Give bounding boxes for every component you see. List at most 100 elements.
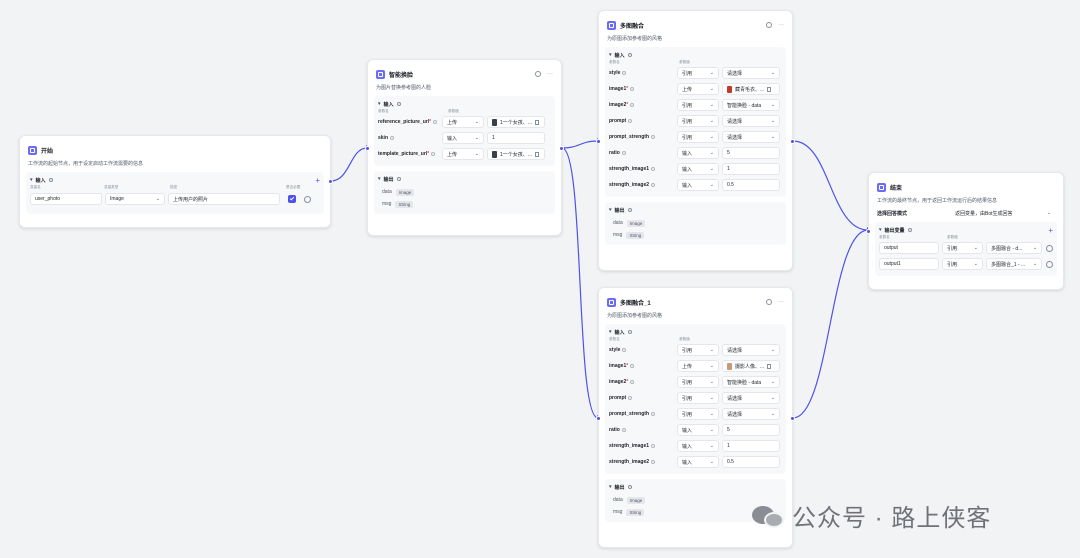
value-input[interactable]: 藏青毛衣、... <box>722 83 780 95</box>
chevron-down-icon[interactable]: ▾ <box>378 176 381 182</box>
info-icon <box>628 396 633 400</box>
value-mode-select[interactable]: 输入 ⌄ <box>677 163 719 175</box>
value-mode-select[interactable]: 输入 ⌄ <box>677 424 719 436</box>
output-port[interactable] <box>790 139 795 144</box>
value-mode-select[interactable]: 输入 ⌄ <box>677 179 719 191</box>
output-variable-row: output1 引用 ⌄ 多图融合_1 - ... ⌄ <box>879 256 1053 272</box>
value-select[interactable]: 请选择 ⌄ <box>722 408 780 420</box>
info-icon <box>48 178 53 182</box>
variable-desc-input[interactable]: 上传用户的照片 <box>168 193 280 205</box>
value-mode-select[interactable]: 输入 ⌄ <box>677 440 719 452</box>
chevron-down-icon[interactable]: ▾ <box>609 52 612 58</box>
more-icon[interactable]: ··· <box>547 71 553 77</box>
delete-icon[interactable] <box>534 119 539 125</box>
remove-icon[interactable] <box>304 195 311 203</box>
chevron-down-icon[interactable]: ▾ <box>609 207 612 213</box>
param-name: skin <box>378 135 442 141</box>
value-select[interactable]: 多图融合_1 - ... ⌄ <box>985 258 1043 270</box>
value-select[interactable]: 请选择 ⌄ <box>722 115 780 127</box>
more-icon[interactable]: ··· <box>778 299 784 305</box>
param-row: image2 * 引用 ⌄ 智能换脸 - data ⌄ <box>609 374 782 390</box>
param-name: strength_image1 <box>609 166 677 172</box>
value-mode-select[interactable]: 引用 ⌄ <box>677 115 719 127</box>
output-section: ▾ 输出 data Image msg String <box>374 171 555 214</box>
chevron-down-icon: ⌄ <box>709 118 714 124</box>
param-value: 请选择 <box>727 118 743 125</box>
gear-icon[interactable] <box>535 71 541 77</box>
value-mode-select[interactable]: 上传 ⌄ <box>442 116 484 128</box>
input-port[interactable] <box>596 416 601 421</box>
value-input[interactable]: 5 <box>722 147 780 159</box>
value-select[interactable]: 多图融合 - d... ⌄ <box>985 242 1043 254</box>
value-mode-select[interactable]: 引用 ⌄ <box>677 99 719 111</box>
delete-icon[interactable] <box>534 151 539 157</box>
param-name-text: prompt <box>609 395 627 401</box>
value-mode-select[interactable]: 引用 ⌄ <box>942 242 983 254</box>
value-mode-select[interactable]: 上传 ⌄ <box>442 148 484 160</box>
value-input[interactable]: 摄影人像、... <box>722 360 780 372</box>
param-row: prompt_strength 引用 ⌄ 请选择 ⌄ <box>609 406 782 422</box>
output-row: data Image <box>382 186 551 198</box>
value-mode-select[interactable]: 引用 ⌄ <box>677 408 719 420</box>
plus-icon[interactable]: + <box>315 176 320 185</box>
chevron-down-icon[interactable]: ▾ <box>30 177 33 183</box>
output-name-input[interactable]: output <box>879 242 940 254</box>
column-header: 参数名 <box>378 108 389 113</box>
value-mode-select[interactable]: 引用 ⌄ <box>677 344 719 356</box>
value-input[interactable]: 1一个女孩、... <box>487 116 545 128</box>
gear-icon[interactable] <box>766 22 772 28</box>
input-port[interactable] <box>365 146 370 151</box>
output-port[interactable] <box>559 146 564 151</box>
end-node[interactable]: 结束 工作流的最终节点，用于返回工作流运行后的结果信息 选择回答模式 返回变量，… <box>866 172 1064 290</box>
value-mode-select[interactable]: 上传 ⌄ <box>677 360 719 372</box>
output-port[interactable] <box>328 179 333 184</box>
chevron-down-icon[interactable]: ▾ <box>609 484 612 490</box>
checkbox-icon[interactable] <box>288 195 296 203</box>
multi-image-fusion-node[interactable]: 多图融合 ··· 为原图添加参考图的风格 ▾ 输入 参数名 参数值 style 引用 ⌄… <box>596 10 795 271</box>
gear-icon[interactable] <box>766 299 772 305</box>
chevron-down-icon[interactable]: ▾ <box>879 227 882 233</box>
value-mode-select[interactable]: 上传 ⌄ <box>677 83 719 95</box>
answer-mode-select[interactable]: 返回变量，由Bot生成回答 ⌄ <box>951 207 1055 219</box>
value-input[interactable]: 0.5 <box>722 179 780 191</box>
value-select[interactable]: 请选择 ⌄ <box>722 392 780 404</box>
info-icon <box>622 71 627 75</box>
output-name-input[interactable]: output1 <box>879 258 940 270</box>
value-mode-select[interactable]: 引用 ⌄ <box>677 376 719 388</box>
output-port[interactable] <box>790 416 795 421</box>
value-input[interactable]: 1 <box>487 132 545 144</box>
input-port[interactable] <box>596 139 601 144</box>
plus-icon[interactable]: + <box>1048 226 1053 235</box>
value-mode-select[interactable]: 引用 ⌄ <box>677 67 719 79</box>
value-mode-select[interactable]: 引用 ⌄ <box>942 258 983 270</box>
value-mode-select[interactable]: 输入 ⌄ <box>677 456 719 468</box>
value-select[interactable]: 智能换脸 - data ⌄ <box>722 376 780 388</box>
delete-icon[interactable] <box>767 86 772 92</box>
chevron-down-icon[interactable]: ▾ <box>378 101 381 107</box>
value-mode-select[interactable]: 输入 ⌄ <box>677 147 719 159</box>
value-mode-select[interactable]: 引用 ⌄ <box>677 392 719 404</box>
variable-name-input[interactable]: user_photo <box>30 193 102 205</box>
value-input[interactable]: 1 <box>722 163 780 175</box>
chevron-down-icon: ⌄ <box>770 102 775 108</box>
value-select[interactable]: 智能换脸 - data ⌄ <box>722 99 780 111</box>
variable-type-select[interactable]: Image ⌄ <box>105 193 165 205</box>
value-select[interactable]: 请选择 ⌄ <box>722 344 780 356</box>
value-input[interactable]: 0.5 <box>722 456 780 468</box>
value-select[interactable]: 请选择 ⌄ <box>722 131 780 143</box>
remove-icon[interactable] <box>1046 244 1053 252</box>
workflow-canvas[interactable]: 开始 工作流的起始节点，用于设定启动工作流需要的信息 ▾ 输入 + 变量名 变量… <box>0 0 1080 558</box>
value-input[interactable]: 1 <box>722 440 780 452</box>
chevron-down-icon[interactable]: ▾ <box>609 329 612 335</box>
value-select[interactable]: 请选择 ⌄ <box>722 67 780 79</box>
value-mode-select[interactable]: 引用 ⌄ <box>677 131 719 143</box>
start-node[interactable]: 开始 工作流的起始节点，用于设定启动工作流需要的信息 ▾ 输入 + 变量名 变量… <box>19 135 333 228</box>
more-icon[interactable]: ··· <box>778 22 784 28</box>
value-input[interactable]: 5 <box>722 424 780 436</box>
remove-icon[interactable] <box>1046 260 1053 268</box>
input-port[interactable] <box>866 229 871 234</box>
delete-icon[interactable] <box>767 363 772 369</box>
value-mode-select[interactable]: 输入 ⌄ <box>442 132 484 144</box>
value-input[interactable]: 1一个女孩、... <box>487 148 545 160</box>
face-swap-node[interactable]: 智能换脸 ··· 为图片替换参考图的人脸 ▾ 输入 参数名 参数值 referenc… <box>365 59 564 236</box>
